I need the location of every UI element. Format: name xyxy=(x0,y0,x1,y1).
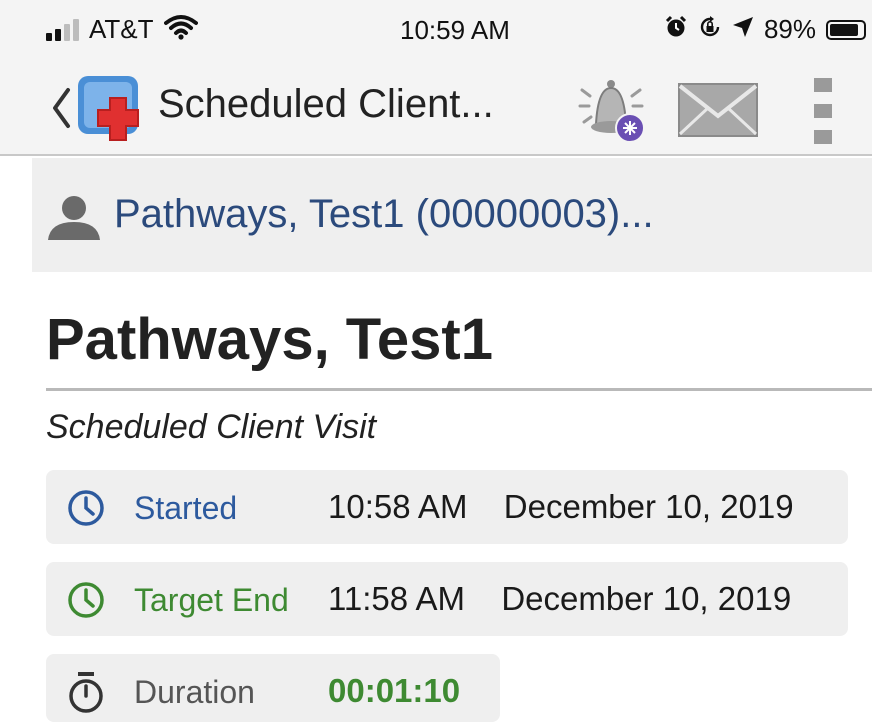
battery-percent: 89% xyxy=(763,14,816,44)
carrier-label: AT&T xyxy=(89,14,154,44)
target-end-value: 11:58 AM December 10, 2019 xyxy=(328,580,791,618)
target-end-date: December 10, 2019 xyxy=(501,580,792,617)
started-label: Started xyxy=(134,490,238,526)
target-end-row: Target End 11:58 AM December 10, 2019 xyxy=(46,562,848,636)
battery-icon xyxy=(826,19,866,40)
mail-icon[interactable] xyxy=(676,80,760,140)
status-bar: AT&T 10:59 AM 89% xyxy=(0,0,872,62)
client-header-link[interactable]: Pathways, Test1 (00000003)... xyxy=(32,158,872,272)
duration-value: 00:01:10 xyxy=(328,672,461,709)
person-icon xyxy=(46,194,102,247)
duration-row: Duration 00:01:10 xyxy=(46,654,500,722)
alert-bell-icon[interactable] xyxy=(574,72,652,148)
clock-icon xyxy=(66,488,106,533)
back-chevron-icon[interactable] xyxy=(50,86,72,135)
target-end-time: 11:58 AM xyxy=(328,580,465,617)
signal-icon xyxy=(46,18,79,41)
app-logo-icon[interactable] xyxy=(76,74,152,148)
alarm-icon xyxy=(664,15,688,44)
stopwatch-icon xyxy=(66,672,106,719)
status-left: AT&T xyxy=(46,14,198,45)
heading-divider xyxy=(46,388,872,391)
nav-bar: Scheduled Client... xyxy=(0,62,872,156)
client-header-text[interactable]: Pathways, Test1 (00000003)... xyxy=(114,192,654,237)
page-title: Scheduled Client... xyxy=(158,82,494,126)
status-time: 10:59 AM xyxy=(400,15,510,45)
client-name-heading: Pathways, Test1 xyxy=(46,307,494,372)
status-right: 89% xyxy=(664,14,866,45)
visit-type-label: Scheduled Client Visit xyxy=(46,408,377,446)
more-vertical-icon[interactable] xyxy=(808,74,838,150)
started-value: 10:58 AM December 10, 2019 xyxy=(328,488,794,526)
clock-icon xyxy=(66,580,106,625)
wifi-icon xyxy=(163,14,198,45)
started-time: 10:58 AM xyxy=(328,488,468,525)
target-end-label: Target End xyxy=(134,582,289,618)
started-date: December 10, 2019 xyxy=(503,488,794,525)
location-arrow-icon xyxy=(732,16,754,43)
duration-label: Duration xyxy=(134,674,255,710)
started-row: Started 10:58 AM December 10, 2019 xyxy=(46,470,848,544)
rotation-lock-icon xyxy=(698,15,722,44)
